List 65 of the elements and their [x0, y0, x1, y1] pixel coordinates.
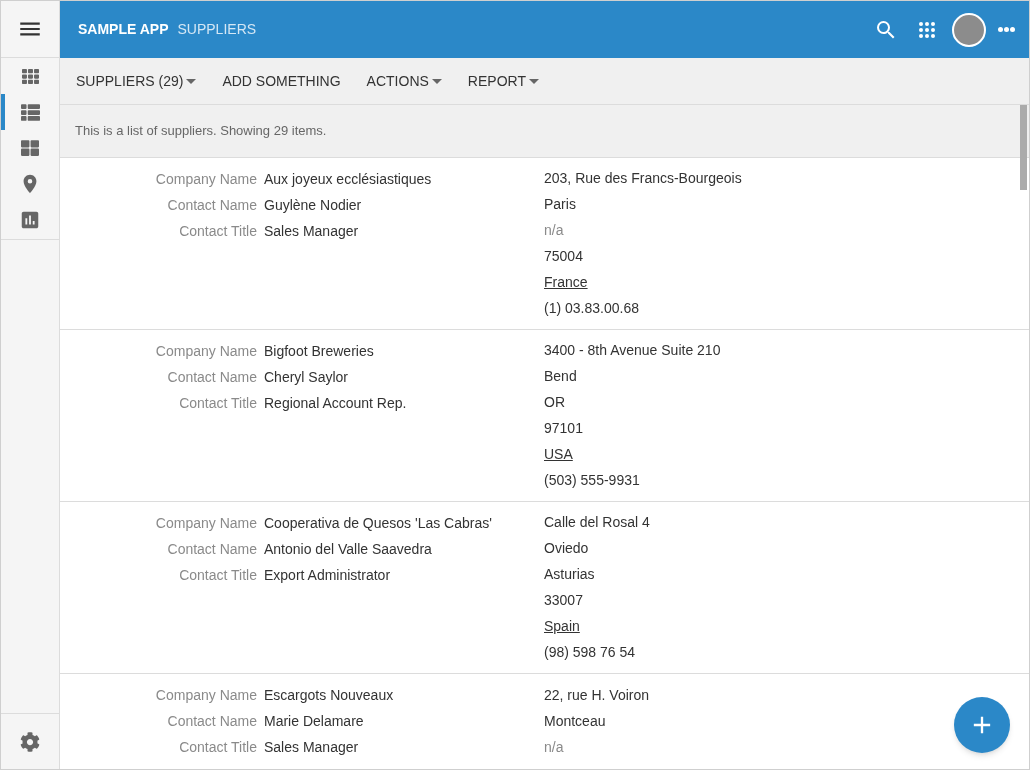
address-line: Paris	[544, 195, 576, 215]
field-label: Company Name	[155, 513, 257, 533]
tiles-icon	[21, 139, 39, 157]
settings-icon	[20, 731, 40, 752]
field-value: Cheryl Saylor	[264, 367, 349, 387]
address-line: n/a	[544, 737, 564, 757]
bar-chart-icon	[19, 209, 41, 231]
address-line: Bend	[544, 367, 577, 387]
field-value: Escargots Nouveaux	[264, 685, 394, 705]
toolbar-menu-button[interactable]: ACTIONS	[356, 61, 452, 101]
address-line: Calle del Rosal 4	[544, 513, 650, 533]
field-value: Guylène Nodier	[264, 195, 362, 215]
address-line: n/a	[544, 221, 564, 241]
address-line: Oviedo	[544, 539, 589, 559]
app-name: SAMPLE APP	[78, 20, 169, 39]
more-icon	[997, 27, 1015, 32]
avatar[interactable]	[952, 12, 986, 47]
field-label: Company Name	[155, 341, 257, 361]
address-line: (1) 03.83.00.68	[544, 298, 639, 318]
field-value: Aux joyeux ecclésiastiques	[264, 169, 432, 189]
address-line: 97101	[544, 418, 583, 438]
add-button[interactable]	[954, 697, 1010, 753]
list-icon	[20, 102, 40, 122]
field-label: Company Name	[155, 685, 257, 705]
caret-icon	[528, 78, 539, 84]
address-line: (503) 555-9931	[544, 470, 640, 490]
field-value: Antonio del Valle Saavedra	[264, 539, 432, 559]
page-title: SUPPLIERS	[177, 20, 257, 39]
address-line: Asturias	[544, 565, 595, 585]
address-line: 203, Rue des Francs-Bourgeois	[544, 169, 742, 189]
field-value: Regional Account Rep.	[264, 393, 407, 413]
address-line: 22, rue H. Voiron	[544, 685, 650, 705]
field-value: Marie Delamare	[264, 711, 364, 731]
toolbar-menu-button[interactable]: SUPPLIERS (29)	[66, 61, 207, 101]
info-text: This is a list of suppliers. Showing 29 items.	[75, 122, 327, 141]
address-line: (98) 598 76 54	[544, 642, 636, 662]
address-line: 75004	[544, 246, 583, 266]
field-label: Contact Name	[167, 195, 257, 215]
field-label: Contact Title	[179, 565, 257, 585]
field-value: Sales Manager	[264, 221, 359, 241]
field-label: Contact Name	[167, 367, 257, 387]
apps-grid-icon	[919, 21, 935, 38]
caret-icon	[431, 78, 442, 84]
country-link[interactable]: Spain	[544, 615, 580, 637]
field-value: Bigfoot Breweries	[264, 341, 374, 361]
address-line: OR	[544, 393, 565, 413]
toolbar-menu-button[interactable]: REPORT	[457, 61, 549, 101]
address-line: 3400 - 8th Avenue Suite 210	[544, 341, 721, 361]
toolbar-button[interactable]: ADD SOMETHING	[212, 61, 351, 101]
field-value: Sales Manager	[264, 737, 359, 757]
country-link[interactable]: France	[544, 271, 588, 293]
field-label: Contact Name	[167, 539, 257, 559]
address-line: Montceau	[544, 711, 606, 731]
field-value: Export Administrator	[264, 565, 391, 585]
field-label: Contact Title	[179, 737, 257, 757]
grid-icon	[21, 67, 39, 85]
field-label: Contact Name	[167, 711, 257, 731]
scrollbar-thumb[interactable]	[1020, 105, 1027, 190]
field-value: Cooperativa de Quesos 'Las Cabras'	[264, 513, 492, 533]
caret-icon	[186, 78, 197, 84]
address-line: 33007	[544, 590, 583, 610]
field-label: Company Name	[155, 169, 257, 189]
country-link[interactable]: USA	[544, 443, 573, 465]
field-label: Contact Title	[179, 221, 257, 241]
field-label: Contact Title	[179, 393, 257, 413]
